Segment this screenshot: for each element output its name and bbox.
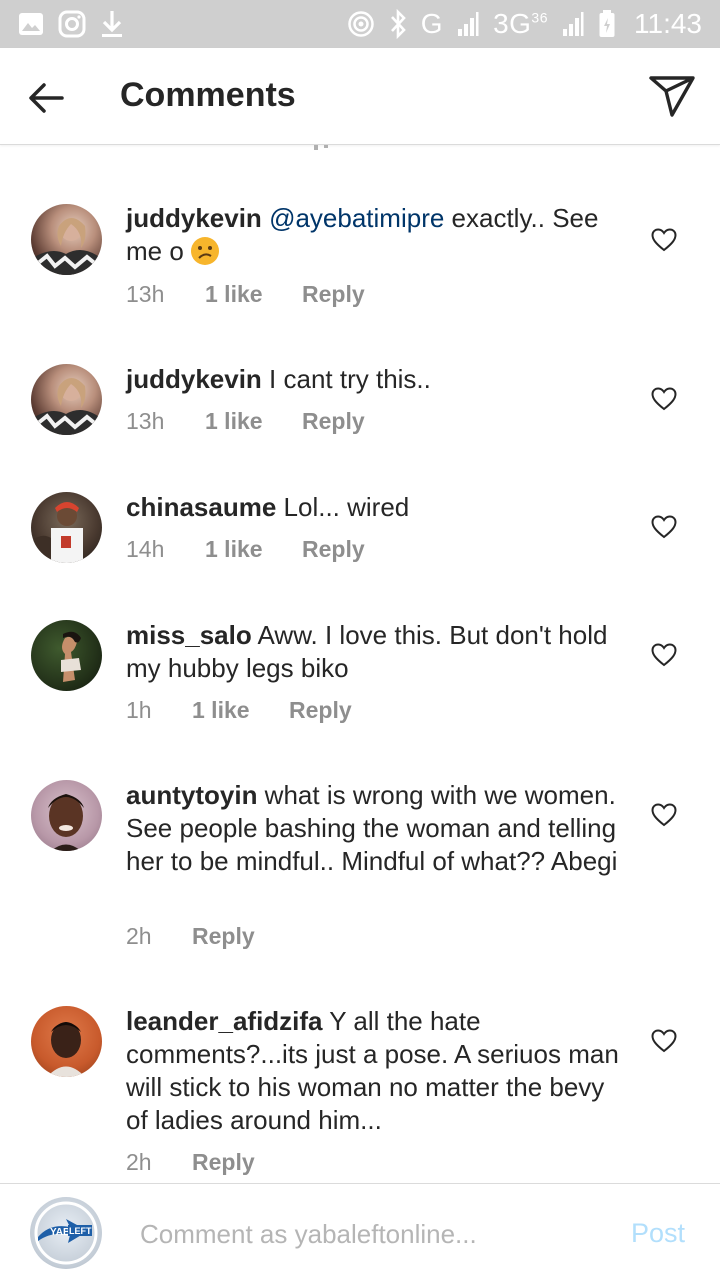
reply-button[interactable]: Reply — [289, 697, 352, 724]
comment-text: juddykevin @ayebatimipre exactly.. See m… — [126, 202, 626, 268]
svg-text:LEFT: LEFT — [69, 1226, 92, 1236]
heart-icon[interactable] — [651, 1029, 677, 1053]
comment-text: juddykevin I cant try this.. — [126, 363, 626, 396]
comment-likes[interactable]: 1 like — [205, 536, 302, 563]
comment-time: 2h — [126, 1149, 152, 1175]
comment-meta: 13h 1 like Reply — [126, 281, 365, 308]
status-bar-right: G 3G36 11:43 — [347, 8, 702, 40]
comment-username[interactable]: juddykevin — [126, 203, 262, 233]
comment-time: 13h — [126, 281, 165, 307]
share-button[interactable] — [648, 74, 696, 118]
comment-meta: 13h 1 like Reply — [126, 408, 365, 435]
avatar[interactable] — [31, 364, 102, 435]
comment-username[interactable]: miss_salo — [126, 620, 252, 650]
confused-face-emoji-icon — [191, 237, 220, 265]
heart-icon[interactable] — [651, 228, 677, 252]
comment-meta: 1h 1 like Reply — [126, 697, 352, 724]
comment-time: 13h — [126, 408, 165, 434]
comment-username[interactable]: auntytoyin — [126, 780, 257, 810]
yabaleft-logo: YAB LEFT — [34, 1201, 98, 1265]
comment-likes[interactable]: 1 like — [205, 281, 302, 308]
back-button[interactable] — [26, 78, 66, 118]
comment-text: miss_salo Aww. I love this. But don't ho… — [126, 619, 626, 685]
heart-icon[interactable] — [651, 515, 677, 539]
comment-text: chinasaume Lol... wired — [126, 491, 626, 524]
signal-2-icon — [562, 11, 584, 37]
comment-meta: 14h 1 like Reply — [126, 536, 365, 563]
clock: 11:43 — [634, 8, 702, 39]
comment-mention[interactable]: @ayebatimipre — [269, 203, 444, 233]
reply-button[interactable]: Reply — [302, 536, 365, 563]
network-3g-label: 3G — [493, 8, 532, 39]
comment-time: 2h — [126, 923, 152, 949]
svg-text:YAB: YAB — [50, 1227, 70, 1238]
avatar[interactable] — [31, 492, 102, 563]
network-type-g: G — [420, 8, 444, 39]
comment-time: 14h — [126, 536, 165, 562]
reply-button[interactable]: Reply — [192, 923, 255, 950]
reply-button[interactable]: Reply — [302, 281, 365, 308]
current-user-avatar[interactable]: YAB LEFT — [30, 1197, 102, 1269]
top-bar: Comments — [0, 48, 720, 145]
comments-list[interactable]: juddykevin @ayebatimipre exactly.. See m… — [0, 145, 720, 1182]
battery-icon — [598, 9, 616, 39]
comment-text: auntytoyin what is wrong with we women. … — [126, 779, 626, 878]
heart-icon[interactable] — [651, 803, 677, 827]
comment-username[interactable]: leander_afidzifa — [126, 1006, 323, 1036]
paper-plane-icon — [649, 76, 695, 117]
comment-time: 1h — [126, 697, 152, 723]
hotspot-icon — [347, 10, 375, 38]
status-bar: G 3G36 11:43 — [0, 0, 720, 48]
comment-likes[interactable]: 1 like — [205, 408, 302, 435]
comment-input[interactable] — [140, 1214, 610, 1254]
download-icon — [100, 9, 124, 39]
heart-icon[interactable] — [651, 643, 677, 667]
gallery-icon — [18, 12, 44, 36]
reply-button[interactable]: Reply — [192, 1149, 255, 1176]
comment-composer: YAB LEFT Post — [0, 1183, 720, 1281]
comment-content: I cant try this.. — [261, 364, 431, 394]
comment-likes[interactable]: 1 like — [192, 697, 289, 724]
comment-username[interactable]: chinasaume — [126, 492, 276, 522]
post-button[interactable]: Post — [631, 1218, 685, 1249]
scroll-cut-fragment — [300, 145, 340, 160]
comment-content: Lol... wired — [276, 492, 410, 522]
comment-username[interactable]: juddykevin — [126, 364, 262, 394]
heart-icon[interactable] — [651, 387, 677, 411]
status-bar-left — [18, 9, 124, 39]
comment-meta: 2h Reply — [126, 923, 255, 950]
comment-meta: 2h Reply — [126, 1149, 255, 1176]
network-type-3g: 3G36 — [493, 8, 548, 40]
bluetooth-icon — [389, 9, 407, 39]
signal-icon — [457, 11, 479, 37]
avatar[interactable] — [31, 1006, 102, 1077]
instagram-icon — [58, 10, 86, 38]
reply-button[interactable]: Reply — [302, 408, 365, 435]
avatar[interactable] — [31, 780, 102, 851]
avatar[interactable] — [31, 620, 102, 691]
comment-text: leander_afidzifa Y all the hate comments… — [126, 1005, 626, 1137]
avatar[interactable] — [31, 204, 102, 275]
network-sup: 36 — [531, 9, 548, 26]
page-title: Comments — [120, 76, 296, 114]
arrow-left-icon — [29, 83, 64, 113]
